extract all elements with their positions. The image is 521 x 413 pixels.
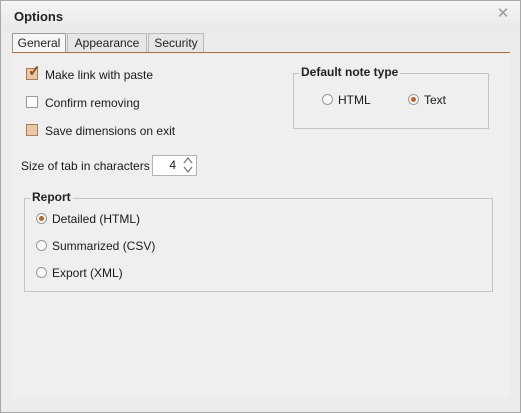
default-note-type-group: Default note type HTML Text [293,65,489,129]
confirm-removing-label: Confirm removing [45,96,140,110]
report-detailed-radio[interactable] [36,213,47,224]
note-type-html-radio[interactable] [322,94,333,105]
spin-up-icon[interactable] [182,156,194,165]
note-type-text-radio[interactable] [408,94,419,105]
title-bar[interactable]: Options ✕ [1,1,520,31]
report-export-label: Export (XML) [52,266,123,280]
report-summarized-radio[interactable] [36,240,47,251]
tab-general[interactable]: General [12,33,66,54]
make-link-label: Make link with paste [45,68,154,82]
tab-size-spinbox[interactable]: 4 [152,155,197,176]
report-export-radio[interactable] [36,267,47,278]
report-detailed-label: Detailed (HTML) [52,212,141,226]
report-title: Report [30,190,73,204]
check-mark-icon: ✓ [28,63,41,80]
save-dimensions-checkbox[interactable] [26,124,38,136]
tab-size-label: Size of tab in characters [21,159,150,173]
general-panel: ✓ Make link with paste Confirm removing … [12,53,510,398]
spin-down-icon[interactable] [182,165,194,174]
report-summarized-label: Summarized (CSV) [52,239,156,253]
note-type-html-label: HTML [338,93,371,107]
spin-buttons [180,156,196,175]
close-icon[interactable]: ✕ [496,6,510,21]
report-group: Report Detailed (HTML) Summarized (CSV) … [24,190,493,292]
options-dialog: Options ✕ General Appearance Security ✓ … [0,0,521,413]
tab-size-value: 4 [169,158,176,172]
window-title: Options [14,9,64,24]
confirm-removing-checkbox[interactable] [26,96,38,108]
tab-security[interactable]: Security [148,33,204,52]
default-note-type-title: Default note type [299,65,401,79]
save-dimensions-label: Save dimensions on exit [45,124,176,138]
tab-appearance[interactable]: Appearance [67,33,147,52]
note-type-text-label: Text [424,93,447,107]
make-link-checkbox[interactable]: ✓ [26,64,41,80]
